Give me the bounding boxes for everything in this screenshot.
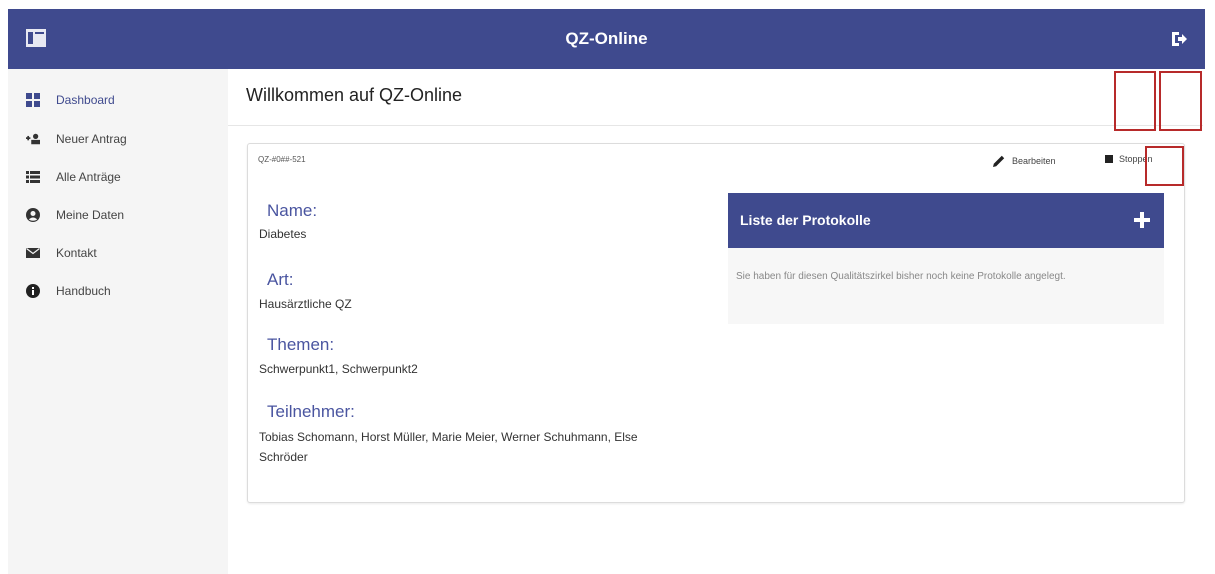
sidebar-item-neuer-antrag[interactable]: Neuer Antrag <box>26 128 127 150</box>
sidebar-item-dashboard[interactable]: Dashboard <box>26 89 115 111</box>
field-label-themen: Themen: <box>267 335 335 354</box>
qz-card: QZ-#0##-521 Bearbeiten Stoppen Name: Dia… <box>247 143 1185 503</box>
field-value-themen: Schwerpunkt1, Schwerpunkt2 <box>259 362 418 376</box>
user-circle-icon <box>26 208 40 222</box>
top-app-bar: QZ-Online <box>8 9 1205 69</box>
list-icon <box>26 170 40 184</box>
page-title: Willkommen auf QZ-Online <box>246 85 463 105</box>
field-label-art: Art: <box>267 270 294 289</box>
sidebar-item-meine-daten[interactable]: Meine Daten <box>26 204 124 226</box>
dashboard-icon <box>26 93 40 107</box>
highlight-box <box>1159 71 1202 131</box>
edit-button[interactable]: Bearbeiten <box>992 154 1056 168</box>
sidebar-item-label: Handbuch <box>56 284 111 298</box>
add-protokoll-icon[interactable] <box>1134 212 1150 228</box>
sidebar: Dashboard Neuer Antrag Alle Anträge Mein… <box>8 69 228 574</box>
highlight-box <box>1145 146 1184 186</box>
field-label-name: Name: <box>267 201 318 220</box>
protokolle-title: Liste der Protokolle <box>740 212 871 228</box>
main-content: Willkommen auf QZ-Online QZ-#0##-521 Bea… <box>228 69 1203 574</box>
new-request-icon <box>26 132 40 146</box>
field-value-teilnehmer: Tobias Schomann, Horst Müller, Marie Mei… <box>259 430 638 464</box>
field-label-teilnehmer: Teilnehmer: <box>267 402 355 421</box>
edit-label: Bearbeiten <box>1012 156 1056 166</box>
sidebar-item-label: Alle Anträge <box>56 170 121 184</box>
header-divider <box>228 125 1203 126</box>
sidebar-item-label: Dashboard <box>56 93 115 107</box>
envelope-icon <box>26 246 40 260</box>
protokolle-header: Liste der Protokolle <box>728 193 1164 248</box>
pencil-icon <box>992 154 1006 168</box>
field-value-art: Hausärztliche QZ <box>259 297 352 311</box>
sidebar-item-alle-antraege[interactable]: Alle Anträge <box>26 166 121 188</box>
logout-icon[interactable] <box>1169 29 1189 49</box>
info-icon <box>26 284 40 298</box>
qz-id: QZ-#0##-521 <box>258 155 306 164</box>
stop-icon <box>1105 155 1113 163</box>
app-title: QZ-Online <box>565 29 648 48</box>
highlight-box <box>1114 71 1156 131</box>
sidebar-toggle-icon[interactable] <box>26 29 46 47</box>
sidebar-item-kontakt[interactable]: Kontakt <box>26 242 97 264</box>
sidebar-item-label: Kontakt <box>56 246 97 260</box>
protokolle-empty-text: Sie haben für diesen Qualitätszirkel bis… <box>728 248 1164 324</box>
sidebar-item-handbuch[interactable]: Handbuch <box>26 280 111 302</box>
sidebar-item-label: Neuer Antrag <box>56 132 127 146</box>
sidebar-item-label: Meine Daten <box>56 208 125 222</box>
field-value-name: Diabetes <box>259 227 307 241</box>
